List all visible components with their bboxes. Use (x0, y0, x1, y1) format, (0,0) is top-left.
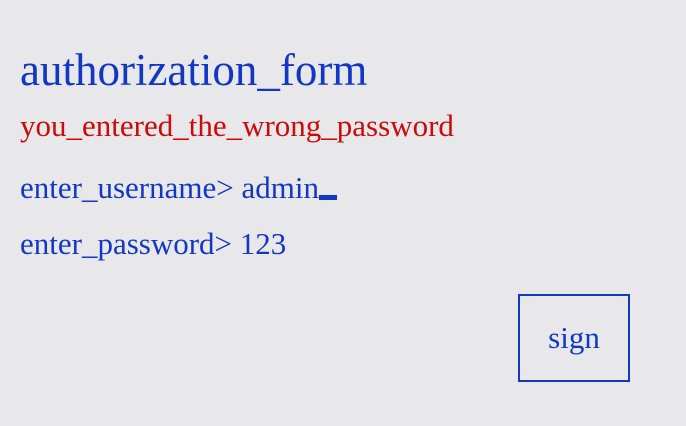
sign-button[interactable]: sign (518, 294, 630, 382)
username-field[interactable]: enter_username> admin (20, 170, 337, 206)
username-value[interactable]: admin (241, 170, 319, 205)
password-field[interactable]: enter_password> 123 (20, 226, 286, 262)
text-cursor (318, 195, 337, 200)
username-prompt: enter_username> (20, 170, 242, 205)
password-value[interactable]: 123 (240, 226, 287, 261)
error-message: you_entered_the_wrong_password (20, 108, 454, 143)
form-title: authorization_form (20, 45, 368, 95)
password-prompt: enter_password> (20, 226, 240, 261)
